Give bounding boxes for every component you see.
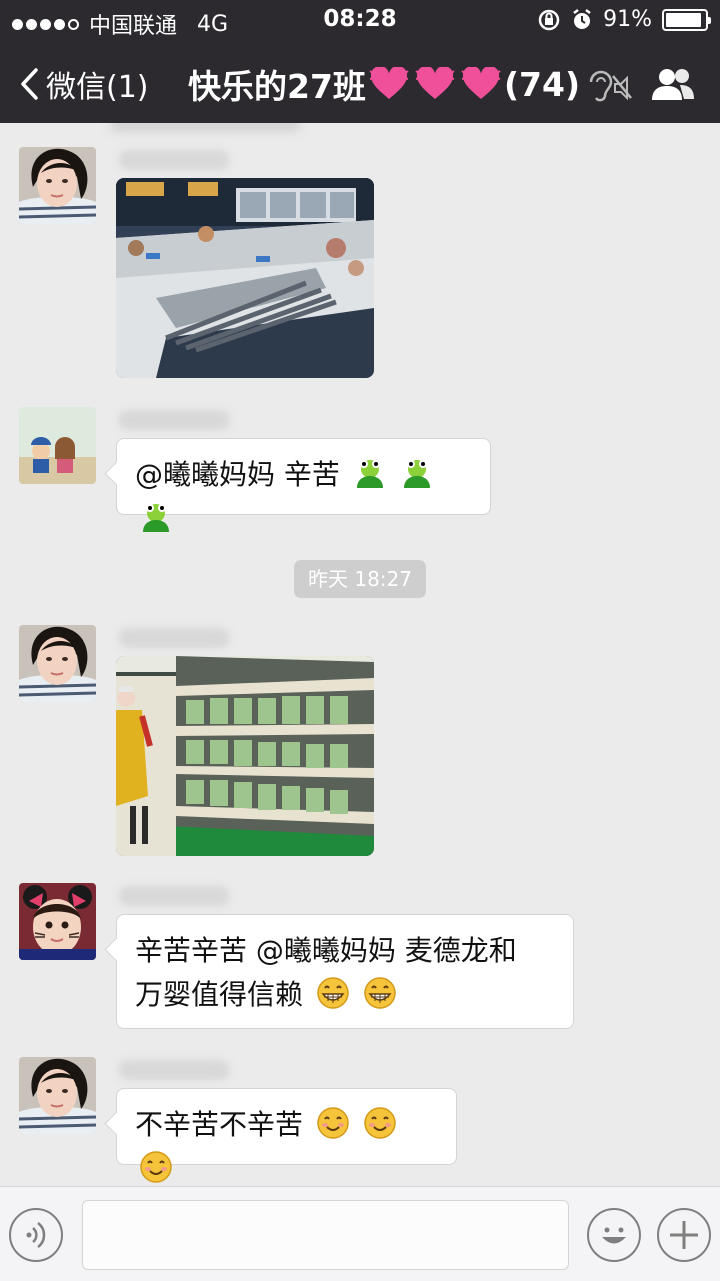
grin-emoji-icon [317, 977, 349, 1009]
battery-percent: 91% [603, 7, 652, 32]
chat-image[interactable] [116, 178, 374, 378]
voice-button[interactable] [9, 1208, 63, 1262]
heart-icon [369, 67, 409, 99]
timestamp: 昨天 18:27 [294, 560, 426, 598]
alarm-icon [573, 8, 591, 29]
avatar[interactable] [19, 147, 96, 224]
emoji-button[interactable] [587, 1208, 641, 1262]
message-bubble[interactable]: 不辛苦不辛苦 [116, 1088, 457, 1183]
frog-emoji-icon [143, 504, 169, 532]
message-text: 不辛苦不辛苦 [135, 1108, 304, 1141]
rotation-lock-icon [538, 9, 560, 30]
message-bubble[interactable]: @曦曦妈妈 辛苦 [116, 438, 491, 532]
smile-emoji-icon [364, 1107, 396, 1139]
message-text-line-row: 万婴值得信赖 [135, 973, 555, 1017]
chevron-left-icon [21, 68, 38, 100]
chat-title: 快乐的27班 (74) [188, 60, 580, 108]
earpiece-mute-icon [589, 70, 632, 102]
input-bar [0, 1186, 720, 1281]
message-text-line: 万婴值得信赖 [135, 978, 304, 1011]
avatar[interactable] [19, 883, 96, 960]
message-bubble[interactable]: 辛苦辛苦 @曦曦妈妈 麦德龙和 万婴值得信赖 [116, 914, 574, 1029]
member-count: (74) [503, 64, 581, 104]
plus-icon [670, 1221, 698, 1249]
sender-name [118, 1060, 230, 1080]
nav-bar: 微信(1) 快乐的27班 (74) [0, 44, 720, 120]
message-text: @曦曦妈妈 辛苦 [135, 458, 340, 491]
voice-icon [26, 1222, 46, 1248]
smiley-icon [602, 1227, 626, 1244]
status-right: 91% [537, 7, 711, 32]
grin-emoji-icon [364, 977, 396, 1009]
avatar[interactable] [19, 1057, 96, 1134]
battery-icon [662, 8, 711, 31]
group-members-icon[interactable] [650, 66, 696, 102]
heart-icon [415, 67, 455, 99]
top-bar: 中国联通 4G 08:28 91% 微信(1) 快乐的27班 (74) [0, 0, 720, 123]
sender-name [118, 886, 230, 906]
heart-icon [461, 67, 501, 99]
more-button[interactable] [657, 1208, 711, 1262]
group-name: 快乐的27班 [188, 67, 366, 106]
status-bar: 中国联通 4G 08:28 91% [0, 0, 720, 40]
chat-area[interactable]: @曦曦妈妈 辛苦 昨天 18:27 辛苦辛苦 @曦曦妈妈 麦德龙和 万婴值得信赖… [0, 123, 720, 1186]
back-button[interactable]: 微信(1) [18, 62, 149, 106]
chat-image[interactable] [116, 656, 374, 856]
sender-name [118, 150, 230, 170]
avatar[interactable] [19, 625, 96, 702]
battery-fill [666, 12, 701, 27]
frog-emoji-icon [356, 460, 383, 488]
avatar[interactable] [19, 407, 96, 484]
smile-emoji-icon [317, 1107, 349, 1139]
sender-name [118, 410, 230, 430]
sender-name [110, 123, 300, 131]
frog-emoji-icon [403, 460, 430, 488]
message-input[interactable] [82, 1200, 569, 1270]
back-label: 微信(1) [46, 70, 149, 105]
message-text-line: 辛苦辛苦 @曦曦妈妈 麦德龙和 [135, 934, 517, 967]
sender-name [118, 628, 230, 648]
smile-emoji-icon [140, 1151, 172, 1183]
